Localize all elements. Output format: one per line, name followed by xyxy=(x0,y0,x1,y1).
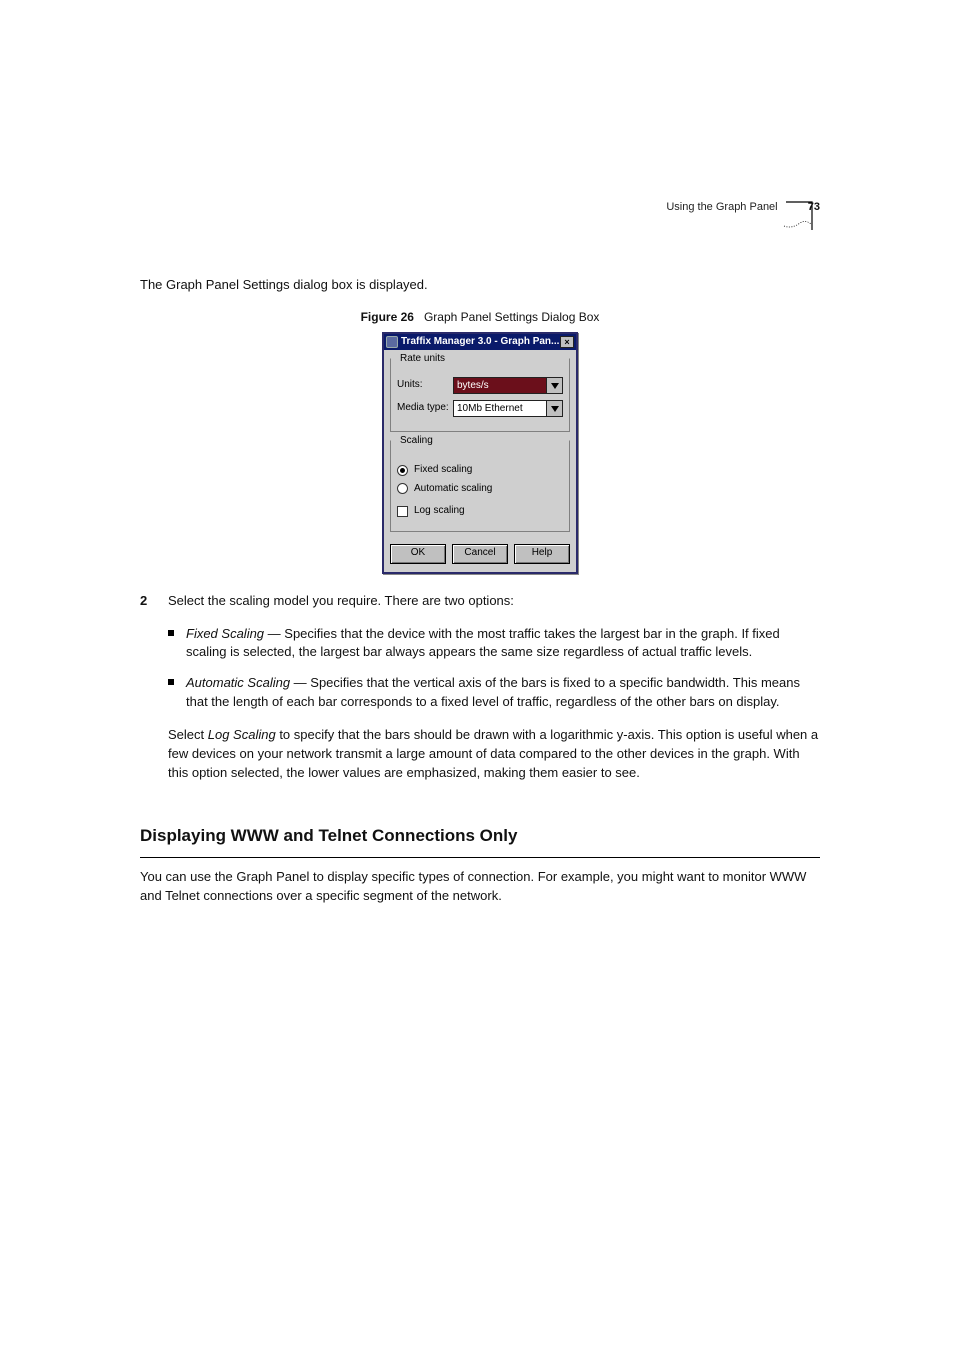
running-header-title: Using the Graph Panel xyxy=(666,201,777,213)
log-scaling-term: Log Scaling xyxy=(208,727,276,742)
media-type-select[interactable]: 10Mb Ethernet xyxy=(453,400,563,417)
units-label: Units: xyxy=(397,378,453,393)
log-scaling-label: Log scaling xyxy=(414,504,465,519)
cancel-button[interactable]: Cancel xyxy=(452,544,508,564)
intro-para: The Graph Panel Settings dialog box is d… xyxy=(140,276,820,295)
chevron-down-icon[interactable] xyxy=(546,401,562,416)
checkbox-unchecked-icon xyxy=(397,506,408,517)
graph-panel-settings-dialog: Traffix Manager 3.0 - Graph Pan... × Rat… xyxy=(382,332,578,574)
automatic-scaling-label: Automatic scaling xyxy=(414,482,492,497)
log-scaling-para: Select Log Scaling to specify that the b… xyxy=(168,726,820,783)
media-type-label: Media type: xyxy=(397,401,453,416)
fixed-scaling-radio[interactable]: Fixed scaling xyxy=(397,463,563,478)
log-scaling-checkbox[interactable]: Log scaling xyxy=(397,504,563,519)
fixed-scaling-label: Fixed scaling xyxy=(414,463,472,478)
scaling-legend: Scaling xyxy=(397,434,436,449)
scaling-group: Scaling Fixed scaling Automatic scaling … xyxy=(390,440,570,532)
close-icon[interactable]: × xyxy=(560,336,574,348)
radio-unchecked-icon xyxy=(397,483,408,494)
dialog-title: Traffix Manager 3.0 - Graph Pan... xyxy=(401,335,560,350)
app-icon xyxy=(386,336,398,348)
dialog-title-bar: Traffix Manager 3.0 - Graph Pan... × xyxy=(384,334,576,350)
log-scaling-prefix: Select xyxy=(168,727,208,742)
section-para: You can use the Graph Panel to display s… xyxy=(140,868,820,906)
figure-number: Figure 26 xyxy=(361,310,414,324)
running-header-page: 73 xyxy=(808,201,820,213)
step-2-lead: Select the scaling model you require. Th… xyxy=(168,592,820,611)
fixed-scaling-desc: — Specifies that the device with the mos… xyxy=(186,626,780,660)
section-rule xyxy=(140,857,820,858)
units-value: bytes/s xyxy=(454,378,546,393)
units-select[interactable]: bytes/s xyxy=(453,377,563,394)
dialog-button-row: OK Cancel Help xyxy=(384,538,576,572)
rate-units-legend: Rate units xyxy=(397,352,448,367)
running-header: Using the Graph Panel 73 xyxy=(140,200,820,216)
chevron-down-icon[interactable] xyxy=(546,378,562,393)
automatic-scaling-radio[interactable]: Automatic scaling xyxy=(397,482,563,497)
automatic-scaling-term: Automatic Scaling xyxy=(186,675,290,690)
help-button[interactable]: Help xyxy=(514,544,570,564)
ok-button[interactable]: OK xyxy=(390,544,446,564)
scaling-options-list: Fixed Scaling — Specifies that the devic… xyxy=(168,625,820,712)
figure-caption: Graph Panel Settings Dialog Box xyxy=(424,310,599,324)
media-type-value: 10Mb Ethernet xyxy=(454,401,546,416)
list-item: Automatic Scaling — Specifies that the v… xyxy=(168,674,820,712)
list-item: Fixed Scaling — Specifies that the devic… xyxy=(168,625,820,663)
fixed-scaling-term: Fixed Scaling xyxy=(186,626,264,641)
section-heading: Displaying WWW and Telnet Connections On… xyxy=(140,824,820,849)
step-number: 2 xyxy=(140,592,156,797)
step-2: 2 Select the scaling model you require. … xyxy=(140,592,820,797)
figure-label: Figure 26 Graph Panel Settings Dialog Bo… xyxy=(140,309,820,326)
radio-checked-icon xyxy=(397,465,408,476)
rate-units-group: Rate units Units: bytes/s Media type: xyxy=(390,358,570,432)
